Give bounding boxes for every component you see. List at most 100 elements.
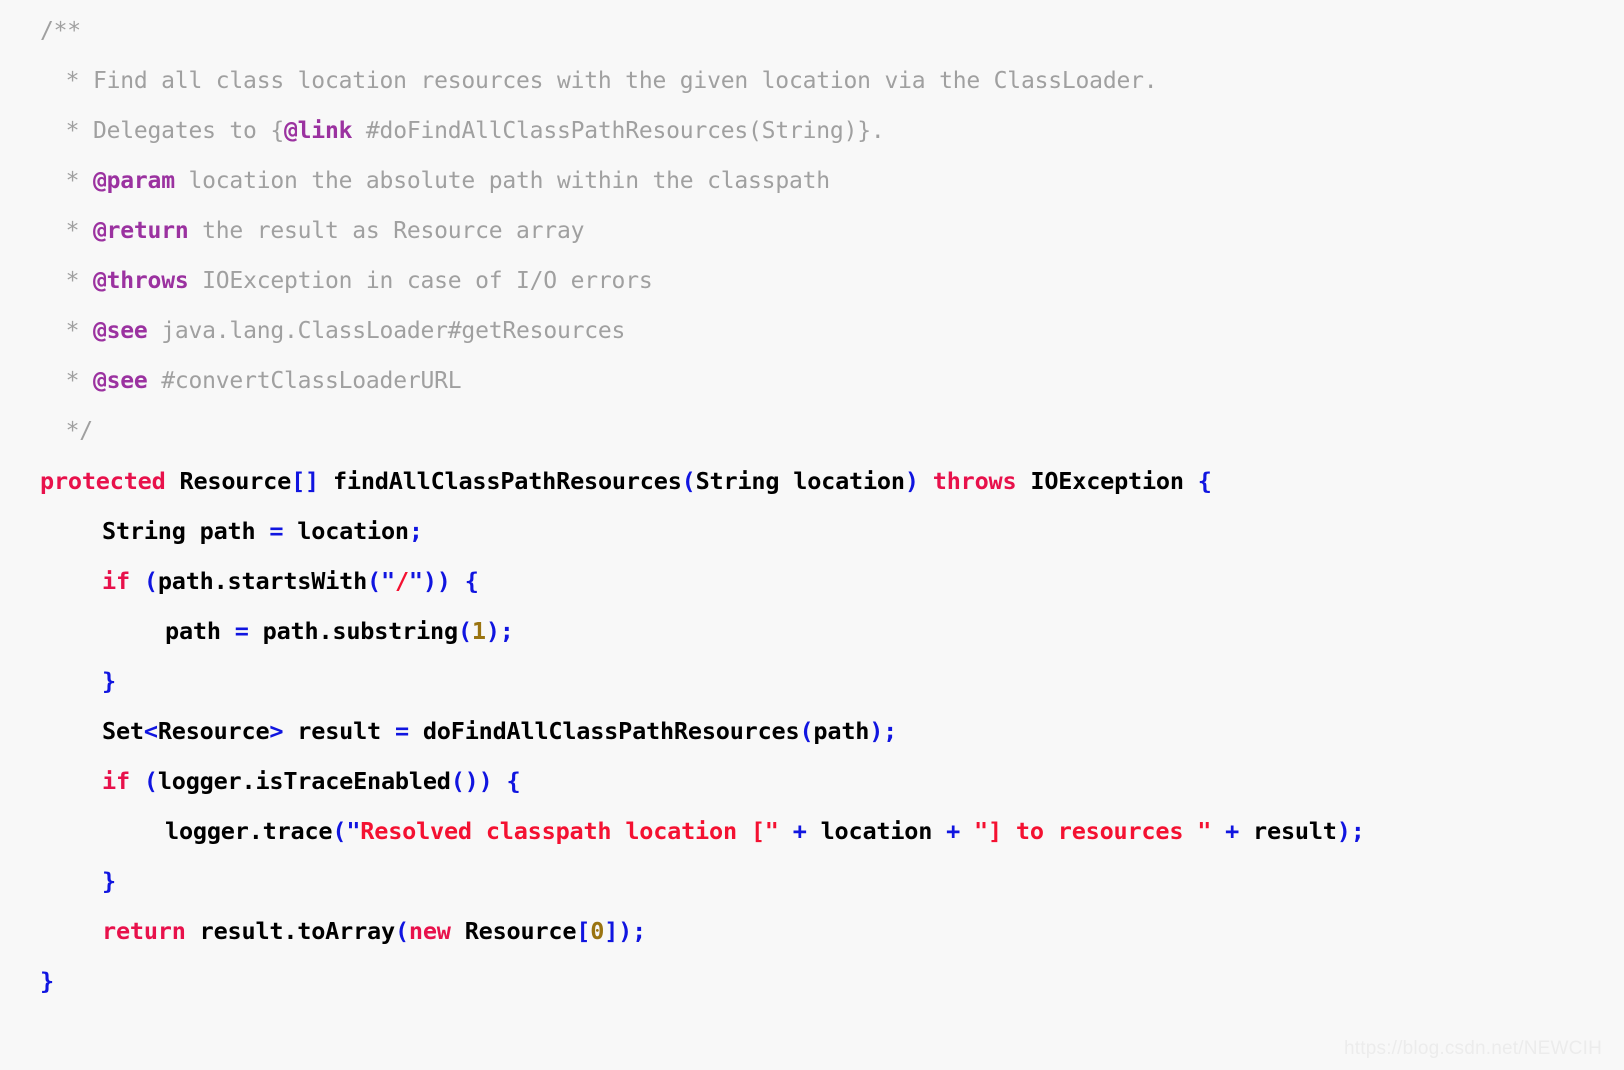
code-line: if (logger.isTraceEnabled()) { [0,756,1624,806]
string-quote: " [1197,817,1212,845]
call-expression: logger.isTraceEnabled [157,767,451,795]
comment-prefix: * [52,368,93,394]
bracket-open: [ [576,917,591,945]
number-literal: 1 [471,617,486,645]
comment-suffix: java.lang.ClassLoader#getResources [147,318,626,344]
javadoc-tag-throws: @throws [92,268,189,294]
code-line: * @param location the absolute path with… [0,156,1624,206]
bracket-close: ] [604,917,619,945]
paren-open: ( [394,917,409,945]
paren-close: ) [1336,817,1351,845]
call-expression: path.startsWith [157,567,368,595]
concat-operator: + [946,817,961,845]
code-line: return result.toArray(new Resource[0]); [0,906,1624,956]
argument-path: path [813,717,870,745]
assign-operator: = [269,517,284,545]
comment-prefix: * [52,218,93,244]
javadoc-tag-param: @param [92,168,175,194]
paren-open: ( [143,767,158,795]
parameter-declaration: String location [695,467,905,495]
semicolon: ; [883,717,898,745]
code-line: } [0,856,1624,906]
semicolon: ; [408,517,423,545]
keyword-new: new [408,917,451,945]
paren-close: ) [618,917,633,945]
semicolon: ; [1350,817,1365,845]
paren-close: ) [869,717,884,745]
comment-suffix: #convertClassLoaderURL [147,368,462,394]
type-resource: Resource [165,467,292,495]
code-line: * Delegates to {@link #doFindAllClassPat… [0,106,1624,156]
string-quote: " [408,567,423,595]
string-literal-suffix: ] to resources [988,817,1198,845]
code-line: * @return the result as Resource array [0,206,1624,256]
keyword-if: if [102,767,130,795]
comment-text: * Find all class location resources with… [52,68,1158,94]
brace-open: { [464,567,479,595]
code-line: * Find all class location resources with… [0,56,1624,106]
generic-close: > [269,717,284,745]
concat-operator: + [792,817,807,845]
comment-prefix: * [52,168,93,194]
array-brackets: [] [291,467,319,495]
paren-open: ( [799,717,814,745]
brace-close: } [40,967,54,995]
string-literal-slash: / [394,567,409,595]
comment-prefix: * [52,268,93,294]
call-expression: result.toArray [185,917,395,945]
code-line: String path = location; [0,506,1624,556]
method-name: findAllClassPathResources [319,467,682,495]
code-line: */ [0,406,1624,456]
assign-operator: = [394,717,409,745]
variable-result: result [283,717,395,745]
string-literal-prefix: Resolved classpath location [ [360,817,765,845]
paren-close: ) [904,467,919,495]
string-quote: " [381,567,395,595]
code-line: * @throws IOException in case of I/O err… [0,256,1624,306]
comment-suffix: location the absolute path within the cl… [174,168,830,194]
code-line: logger.trace("Resolved classpath locatio… [0,806,1624,856]
paren-open: ( [143,567,158,595]
type-resource: Resource [450,917,577,945]
generic-open: < [143,717,158,745]
code-block: /** * Find all class location resources … [0,0,1624,1006]
comment-suffix: #doFindAllClassPathResources(String)}. [352,118,885,144]
generic-type: Resource [157,717,270,745]
comment-prefix: * [52,318,93,344]
string-quote: " [346,817,361,845]
declaration: String path [102,517,270,545]
brace-open: { [506,767,521,795]
variable-result: result [1239,817,1337,845]
variable-location: location [806,817,947,845]
comment-text: /** [40,18,81,44]
semicolon: ; [632,917,647,945]
javadoc-tag-see: @see [92,368,148,394]
code-line: Set<Resource> result = doFindAllClassPat… [0,706,1624,756]
brace-close: } [102,667,116,695]
concat-operator: + [1225,817,1240,845]
comment-suffix: IOException in case of I/O errors [188,268,653,294]
javadoc-tag-return: @return [92,218,189,244]
paren-open: ( [332,817,347,845]
keyword-throws: throws [932,467,1017,495]
paren-close: ) [485,617,500,645]
brace-close: } [102,867,116,895]
watermark: https://blog.csdn.net/NEWCIH [1344,1038,1602,1059]
javadoc-tag-link: @link [284,118,353,144]
keyword-return: return [102,917,186,945]
code-line: * @see #convertClassLoaderURL [0,356,1624,406]
keyword-protected: protected [40,467,166,495]
brace-open: { [1197,467,1212,495]
variable-path: path [165,617,235,645]
call-expression: doFindAllClassPathResources [408,717,800,745]
comment-text: */ [52,418,94,444]
code-line: } [0,956,1624,1006]
